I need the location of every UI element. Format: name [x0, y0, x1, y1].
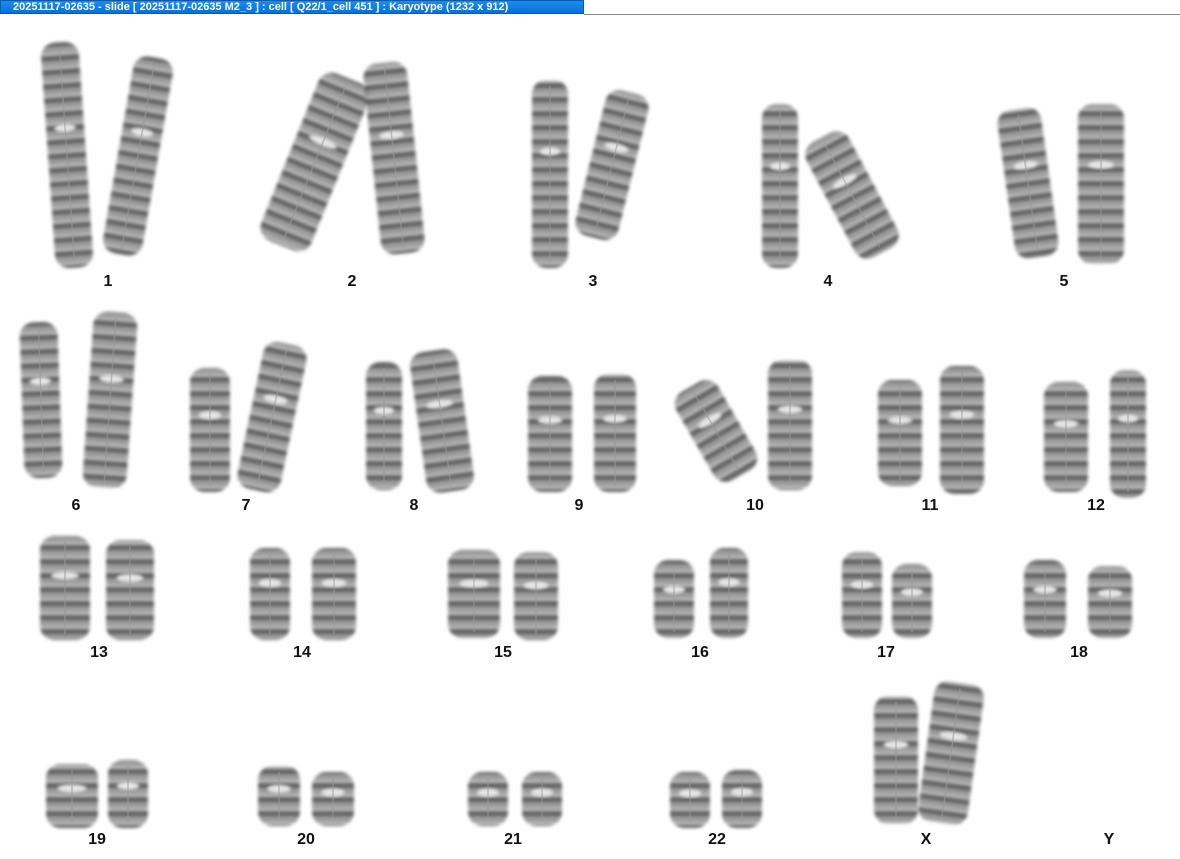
chromosome-label-11: 11: [922, 497, 939, 514]
chromosome-16-b: [710, 548, 748, 638]
chromosome-label-15: 15: [494, 644, 512, 661]
chromosome-17-a: [842, 552, 882, 638]
window-title-bar[interactable]: 20251117-02635 - slide [ 20251117-02635 …: [0, 0, 584, 14]
chromosome-21-b: [522, 772, 562, 826]
chromosome-label-8: 8: [410, 497, 419, 514]
chromosome-X-a: [874, 696, 918, 824]
chromosome-8-b: [410, 349, 474, 493]
chromosome-label-12: 12: [1087, 497, 1105, 514]
chromosome-20-b: [312, 772, 354, 826]
chromosome-1-b: [103, 56, 173, 256]
chromosome-pairs: [19, 41, 1146, 828]
chromosome-16-a: [654, 560, 694, 638]
chromosome-label-18: 18: [1070, 644, 1088, 661]
chromosome-8-a: [366, 362, 402, 490]
chromosome-21-a: [468, 772, 508, 826]
chromosome-label-3: 3: [589, 273, 598, 290]
chromosome-label-16: 16: [691, 644, 709, 661]
chromosome-label-20: 20: [297, 831, 315, 848]
chromosome-18-b: [1088, 566, 1132, 638]
chromosome-label-21: 21: [504, 831, 522, 848]
chromosome-12-a: [1044, 382, 1088, 492]
chromosome-X-b: [918, 681, 984, 825]
chromosome-17-b: [892, 564, 932, 638]
chromosome-5-a: [997, 107, 1059, 259]
chromosome-9-b: [594, 374, 636, 492]
chromosome-label-13: 13: [90, 644, 108, 661]
chromosome-11-a: [878, 380, 922, 486]
chromosome-label-6: 6: [72, 497, 81, 514]
chromosome-1-a: [41, 41, 93, 269]
chromosome-label-10: 10: [746, 497, 764, 514]
chromosome-14-b: [312, 548, 356, 640]
chromosome-label-9: 9: [575, 497, 584, 514]
chromosome-4-a: [762, 104, 798, 268]
chromosome-11-b: [940, 366, 984, 494]
chromosome-label-1: 1: [104, 273, 113, 290]
chromosome-7-b: [237, 341, 307, 493]
chromosome-label-5: 5: [1060, 273, 1069, 290]
chromosome-label-17: 17: [877, 644, 895, 661]
chromosome-13-a: [40, 536, 90, 640]
chromosome-label-4: 4: [824, 273, 833, 290]
chromosome-2-b: [363, 61, 425, 255]
chromosome-label-Y: Y: [1104, 831, 1115, 848]
chromosome-2-a: [260, 72, 370, 252]
chromosome-12-b: [1110, 370, 1146, 498]
window-title: 20251117-02635 - slide [ 20251117-02635 …: [13, 1, 509, 13]
karyotype-panel: 1 2 3 4 56 7 8 9 10 11 1213 14 15 16 17 1819 20 21 22 X Y: [19, 41, 1146, 848]
chromosome-15-b: [514, 552, 558, 640]
chromosome-10-b: [768, 360, 812, 490]
chromosome-label-14: 14: [293, 644, 311, 661]
chromosome-label-X: X: [921, 831, 932, 848]
chromosome-7-a: [190, 368, 230, 492]
chromosome-14-a: [250, 548, 290, 640]
chromosome-15-a: [448, 550, 500, 638]
chromosome-6-a: [19, 321, 63, 479]
chromosome-10-a: [674, 379, 758, 483]
chromosome-5-b: [1078, 104, 1124, 264]
chromosome-3-a: [532, 80, 568, 268]
chromosome-3-b: [575, 89, 649, 241]
chromosome-label-2: 2: [348, 273, 357, 290]
chromosome-22-a: [670, 772, 710, 828]
chromosome-label-22: 22: [708, 831, 726, 848]
chromosome-4-b: [805, 131, 899, 259]
chromosome-label-7: 7: [242, 497, 251, 514]
chromosome-6-b: [82, 311, 138, 489]
chromosome-19-a: [46, 764, 98, 828]
chromosome-19-b: [108, 760, 148, 828]
chromosome-label-19: 19: [88, 831, 106, 848]
chromosome-22-b: [722, 770, 762, 828]
chromosome-13-b: [106, 540, 154, 640]
chromosome-20-a: [258, 766, 300, 826]
chromosome-18-a: [1024, 560, 1066, 638]
chromosome-9-a: [528, 376, 572, 492]
